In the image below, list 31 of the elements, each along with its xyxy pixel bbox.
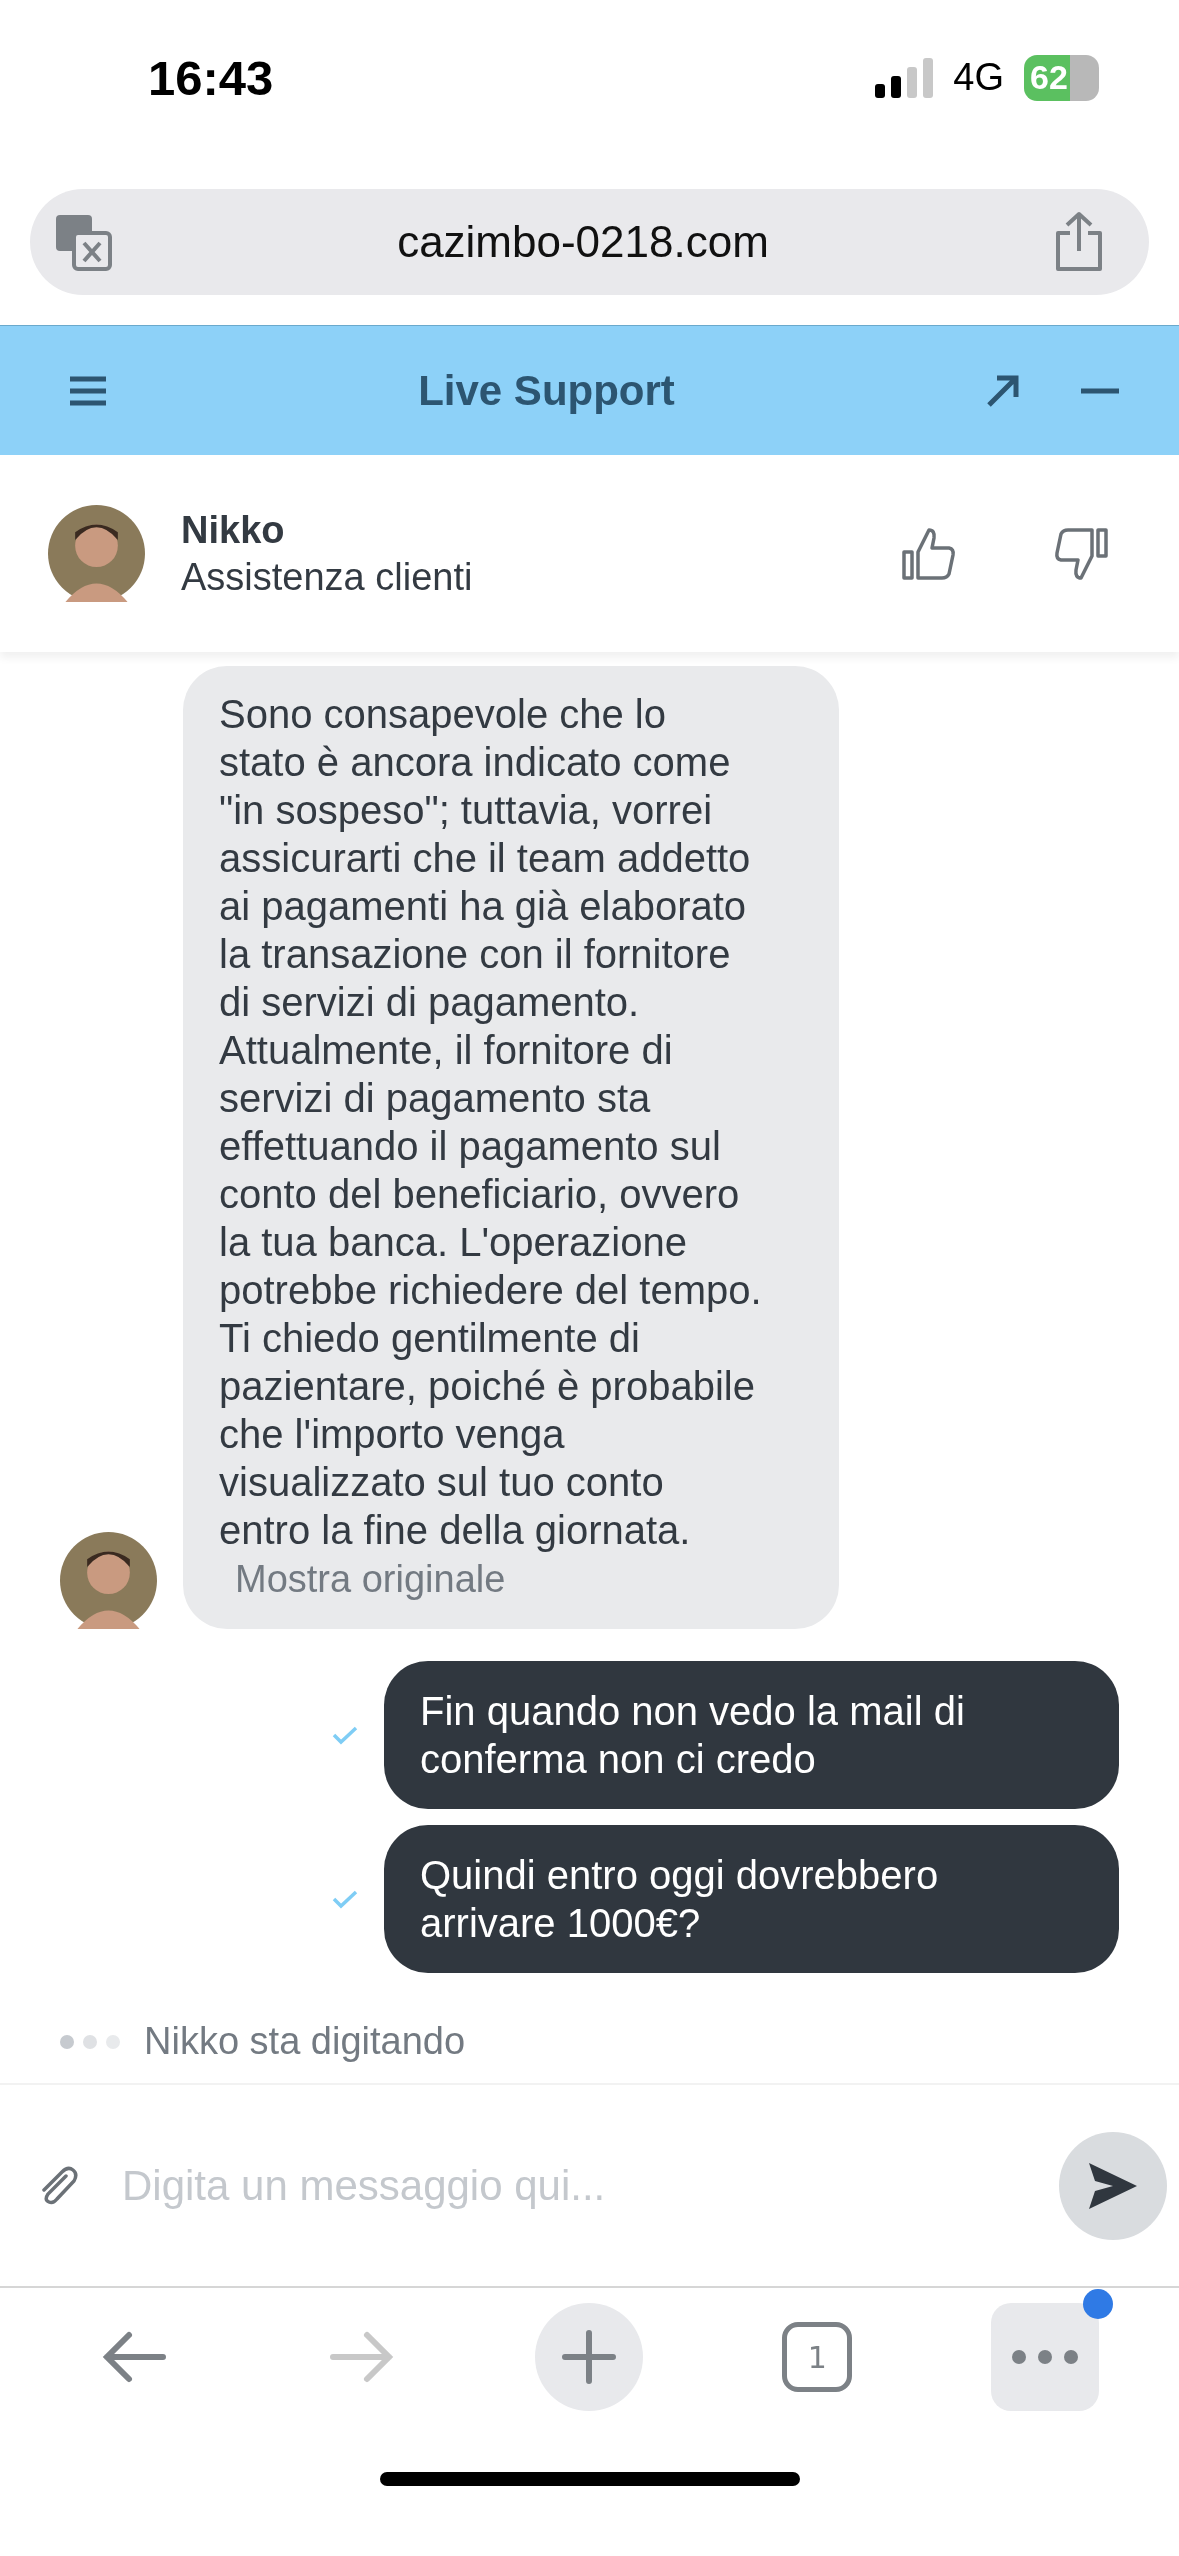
thumbs-down-icon[interactable] bbox=[1053, 525, 1109, 582]
message-input[interactable]: Digita un messaggio qui... bbox=[120, 2160, 1019, 2211]
address-bar[interactable]: cazimbo-0218.com bbox=[30, 189, 1149, 295]
send-icon bbox=[1087, 2160, 1139, 2211]
message-text: Fin quando non vedo la mail di conferma non ci credo bbox=[420, 1689, 965, 1781]
avatar-icon bbox=[60, 1532, 157, 1629]
tabs-button[interactable]: 1 bbox=[763, 2303, 872, 2411]
signal-icon bbox=[875, 57, 934, 98]
check-icon bbox=[332, 1725, 358, 1745]
url-text: cazimbo-0218.com bbox=[397, 217, 769, 267]
chat-title: Live Support bbox=[417, 366, 676, 415]
avatar-icon bbox=[48, 505, 145, 602]
more-dots-icon bbox=[1012, 2350, 1079, 2364]
typing-status: Nikko sta digitando bbox=[144, 2020, 466, 2063]
more-button[interactable] bbox=[991, 2303, 1100, 2411]
plus-icon bbox=[561, 2329, 618, 2385]
typing-indicator-icon bbox=[60, 2034, 120, 2049]
battery-indicator: 62 bbox=[1024, 54, 1099, 101]
menu-icon[interactable] bbox=[68, 375, 108, 406]
share-icon[interactable] bbox=[1054, 211, 1104, 273]
network-label: 4G bbox=[953, 56, 1004, 99]
translate-icon[interactable] bbox=[54, 213, 112, 271]
status-time: 16:43 bbox=[148, 49, 274, 106]
thumbs-up-icon[interactable] bbox=[901, 525, 957, 582]
show-original-link[interactable]: Mostra originale bbox=[219, 1558, 763, 1601]
minimize-icon[interactable] bbox=[1081, 387, 1119, 394]
message-text: Sono consapevole che lo stato è ancora indicato come "in sospeso"; tuttavia, vorrei assicurarti che il team addetto ai pagamenti ha già elaborato la transazione con il fornitore di servizi di pagamento. Attualmente, il fornitore di servizi di pagamento sta effettuando il pagamento sul conto del beneficiario, ovvero la tua banca. L'operazione potrebbe richiedere del tempo. Ti chiedo gentilmente di pazientare, poiché è probabile che l'importo venga visualizzato sul tuo conto entro la fine della giornata. bbox=[219, 691, 763, 1554]
check-icon bbox=[332, 1889, 358, 1909]
message-text: Quindi entro oggi dovrebbero arrivare 1000€? bbox=[420, 1853, 939, 1945]
agent-name: Nikko bbox=[181, 508, 286, 552]
agent-role: Assistenza clienti bbox=[181, 555, 474, 599]
